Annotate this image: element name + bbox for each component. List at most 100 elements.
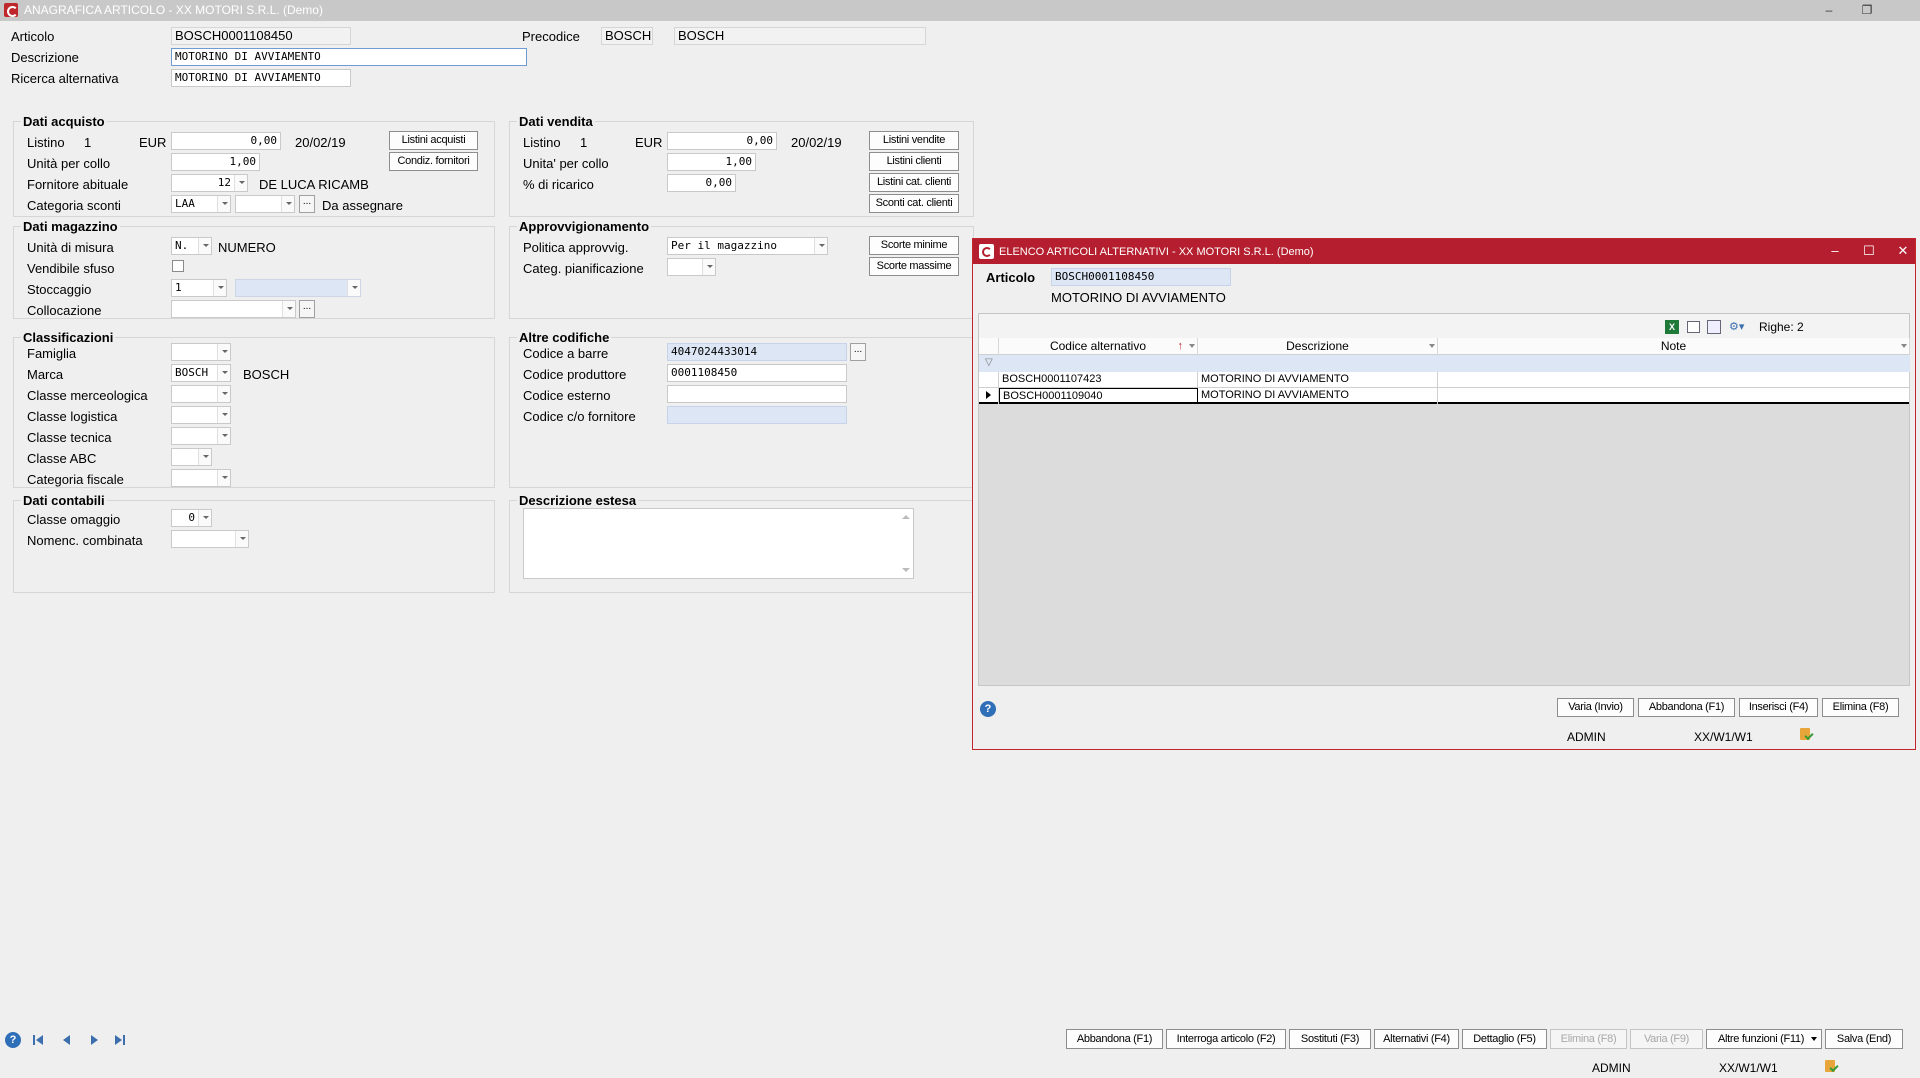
salva-button[interactable]: Salva (End) xyxy=(1825,1029,1903,1049)
alternativi-button[interactable]: Alternativi (F4) xyxy=(1374,1029,1459,1049)
column-chooser-icon[interactable] xyxy=(1707,320,1721,334)
grid-filter-row[interactable]: ▽ xyxy=(979,355,1910,372)
listini-cat-clienti-button[interactable]: Listini cat. clienti xyxy=(869,173,959,192)
codice-barre-browse-button[interactable]: ... xyxy=(850,343,866,361)
marca-desc: BOSCH xyxy=(243,367,290,382)
minimize-button[interactable]: – xyxy=(1816,1,1842,19)
settings-dropdown-icon[interactable]: ⚙▾ xyxy=(1729,320,1751,334)
restore-button[interactable]: ❐ xyxy=(1854,1,1880,19)
last-record-button[interactable] xyxy=(113,1033,127,1047)
vendibile-sfuso-checkbox[interactable] xyxy=(172,260,184,272)
varia-button[interactable]: Varia (Invio) xyxy=(1557,698,1634,717)
chevron-down-icon xyxy=(347,280,360,296)
next-record-button[interactable] xyxy=(88,1033,102,1047)
filter-dropdown-icon[interactable] xyxy=(1901,344,1907,348)
codice-produttore-field[interactable]: 0001108450 xyxy=(667,364,847,382)
ricerca-alternativa-field[interactable]: MOTORINO DI AVVIAMENTO xyxy=(171,69,351,87)
categoria-fiscale-combo[interactable] xyxy=(171,469,231,487)
cell-note xyxy=(1438,372,1910,388)
marca-combo[interactable]: BOSCH xyxy=(171,364,231,382)
sostituti-button[interactable]: Sostituti (F3) xyxy=(1289,1029,1371,1049)
filter-dropdown-icon[interactable] xyxy=(1429,344,1435,348)
classe-merceologica-label: Classe merceologica xyxy=(27,388,148,403)
classe-merceologica-combo[interactable] xyxy=(171,385,231,403)
classe-logistica-combo[interactable] xyxy=(171,406,231,424)
grid-layout-icon[interactable] xyxy=(1687,321,1700,333)
politica-combo[interactable]: Per il magazzino xyxy=(667,237,828,255)
scorte-massime-button[interactable]: Scorte massime xyxy=(869,257,959,276)
classe-tecnica-combo[interactable] xyxy=(171,427,231,445)
col-header-codice[interactable]: Codice alternativo ↑ xyxy=(999,338,1198,355)
collocazione-combo[interactable] xyxy=(171,300,296,318)
ven-unita-collo-field[interactable]: 1,00 xyxy=(667,153,756,171)
filter-dropdown-icon[interactable] xyxy=(1189,344,1195,348)
categoria-sconti-browse-button[interactable]: ... xyxy=(299,195,315,213)
stoccaggio-combo[interactable]: 1 xyxy=(171,279,227,297)
dialog-maximize-button[interactable]: ☐ xyxy=(1859,243,1879,259)
elimina-f8-button[interactable]: Elimina (F8) xyxy=(1550,1029,1627,1049)
table-row-selected[interactable]: BOSCH0001109040 MOTORINO DI AVVIAMENTO xyxy=(979,388,1910,404)
scorte-minime-button[interactable]: Scorte minime xyxy=(869,236,959,255)
categoria-sconti-combo[interactable]: LAA xyxy=(171,195,231,213)
ricarico-field[interactable]: 0,00 xyxy=(667,174,736,192)
dialog-articolo-desc: MOTORINO DI AVVIAMENTO xyxy=(1051,290,1226,305)
nomenc-combinata-label: Nomenc. combinata xyxy=(27,533,143,548)
help-icon[interactable]: ? xyxy=(980,701,996,717)
table-row[interactable]: BOSCH0001107423 MOTORINO DI AVVIAMENTO xyxy=(979,372,1910,388)
condiz-fornitori-button[interactable]: Condiz. fornitori xyxy=(389,152,478,171)
ven-listino-price-field[interactable]: 0,00 xyxy=(667,132,777,150)
help-icon[interactable]: ? xyxy=(5,1032,21,1048)
descrizione-field[interactable]: MOTORINO DI AVVIAMENTO xyxy=(171,48,527,66)
codice-barre-label: Codice a barre xyxy=(523,346,609,361)
row-indicator xyxy=(979,372,999,388)
listini-acquisti-button[interactable]: Listini acquisti xyxy=(389,131,478,150)
politica-label: Politica approvvig. xyxy=(523,240,629,255)
unita-misura-combo[interactable]: N. xyxy=(171,237,212,255)
stoccaggio-sub-combo[interactable] xyxy=(235,279,361,297)
abbandona-button[interactable]: Abbandona (F1) xyxy=(1638,698,1735,717)
codice-barre-field[interactable]: 4047024433014 xyxy=(667,343,847,361)
acq-listino-price-field[interactable]: 0,00 xyxy=(171,132,281,150)
dialog-minimize-button[interactable]: – xyxy=(1825,243,1845,259)
ven-currency: EUR xyxy=(635,135,663,150)
listini-vendite-button[interactable]: Listini vendite xyxy=(869,131,959,150)
excel-export-icon[interactable]: X xyxy=(1665,320,1679,334)
classe-omaggio-value: 0 xyxy=(188,511,195,524)
categ-pianificazione-combo[interactable] xyxy=(667,258,716,276)
varia-f9-button[interactable]: Varia (F9) xyxy=(1630,1029,1703,1049)
previous-record-button[interactable] xyxy=(60,1033,74,1047)
classe-abc-combo[interactable] xyxy=(171,448,212,466)
cell-note xyxy=(1438,388,1910,404)
sconti-cat-clienti-button[interactable]: Sconti cat. clienti xyxy=(869,194,959,213)
descrizione-estesa-textarea[interactable] xyxy=(523,508,914,579)
articolo-field[interactable]: BOSCH0001108450 xyxy=(171,27,351,45)
descrizione-estesa-scrollbar[interactable] xyxy=(899,509,913,578)
inserisci-button[interactable]: Inserisci (F4) xyxy=(1739,698,1818,717)
listini-clienti-button[interactable]: Listini clienti xyxy=(869,152,959,171)
dialog-close-button[interactable]: ✕ xyxy=(1893,243,1913,259)
classe-omaggio-label: Classe omaggio xyxy=(27,512,121,527)
categoria-sconti-sub-combo[interactable] xyxy=(235,195,295,213)
acq-unita-collo-field[interactable]: 1,00 xyxy=(171,153,260,171)
codice-esterno-field[interactable] xyxy=(667,385,847,403)
interroga-articolo-button[interactable]: Interroga articolo (F2) xyxy=(1166,1029,1286,1049)
classe-omaggio-combo[interactable]: 0 xyxy=(171,509,212,527)
famiglia-combo[interactable] xyxy=(171,343,231,361)
codice-fornitore-field[interactable] xyxy=(667,406,847,424)
fornitore-abituale-combo[interactable]: 12 xyxy=(171,174,248,192)
col-header-note[interactable]: Note xyxy=(1438,338,1910,355)
dettaglio-button[interactable]: Dettaglio (F5) xyxy=(1462,1029,1547,1049)
nomenc-combinata-combo[interactable] xyxy=(171,530,249,548)
categ-pianificazione-label: Categ. pianificazione xyxy=(523,261,644,276)
chevron-down-icon xyxy=(198,238,211,254)
abbandona-f1-button[interactable]: Abbandona (F1) xyxy=(1066,1029,1163,1049)
articolo-label: Articolo xyxy=(11,29,55,44)
col-header-descrizione[interactable]: Descrizione xyxy=(1198,338,1438,355)
dialog-status-company: XX/W1/W1 xyxy=(1694,730,1753,744)
altre-funzioni-button[interactable]: Altre funzioni (F11) xyxy=(1706,1029,1822,1049)
collocazione-browse-button[interactable]: ... xyxy=(299,300,315,318)
precodice-field[interactable]: BOSCH xyxy=(601,27,653,45)
categoria-sconti-value: LAA xyxy=(175,197,195,210)
elimina-button[interactable]: Elimina (F8) xyxy=(1822,698,1899,717)
first-record-button[interactable] xyxy=(32,1033,46,1047)
